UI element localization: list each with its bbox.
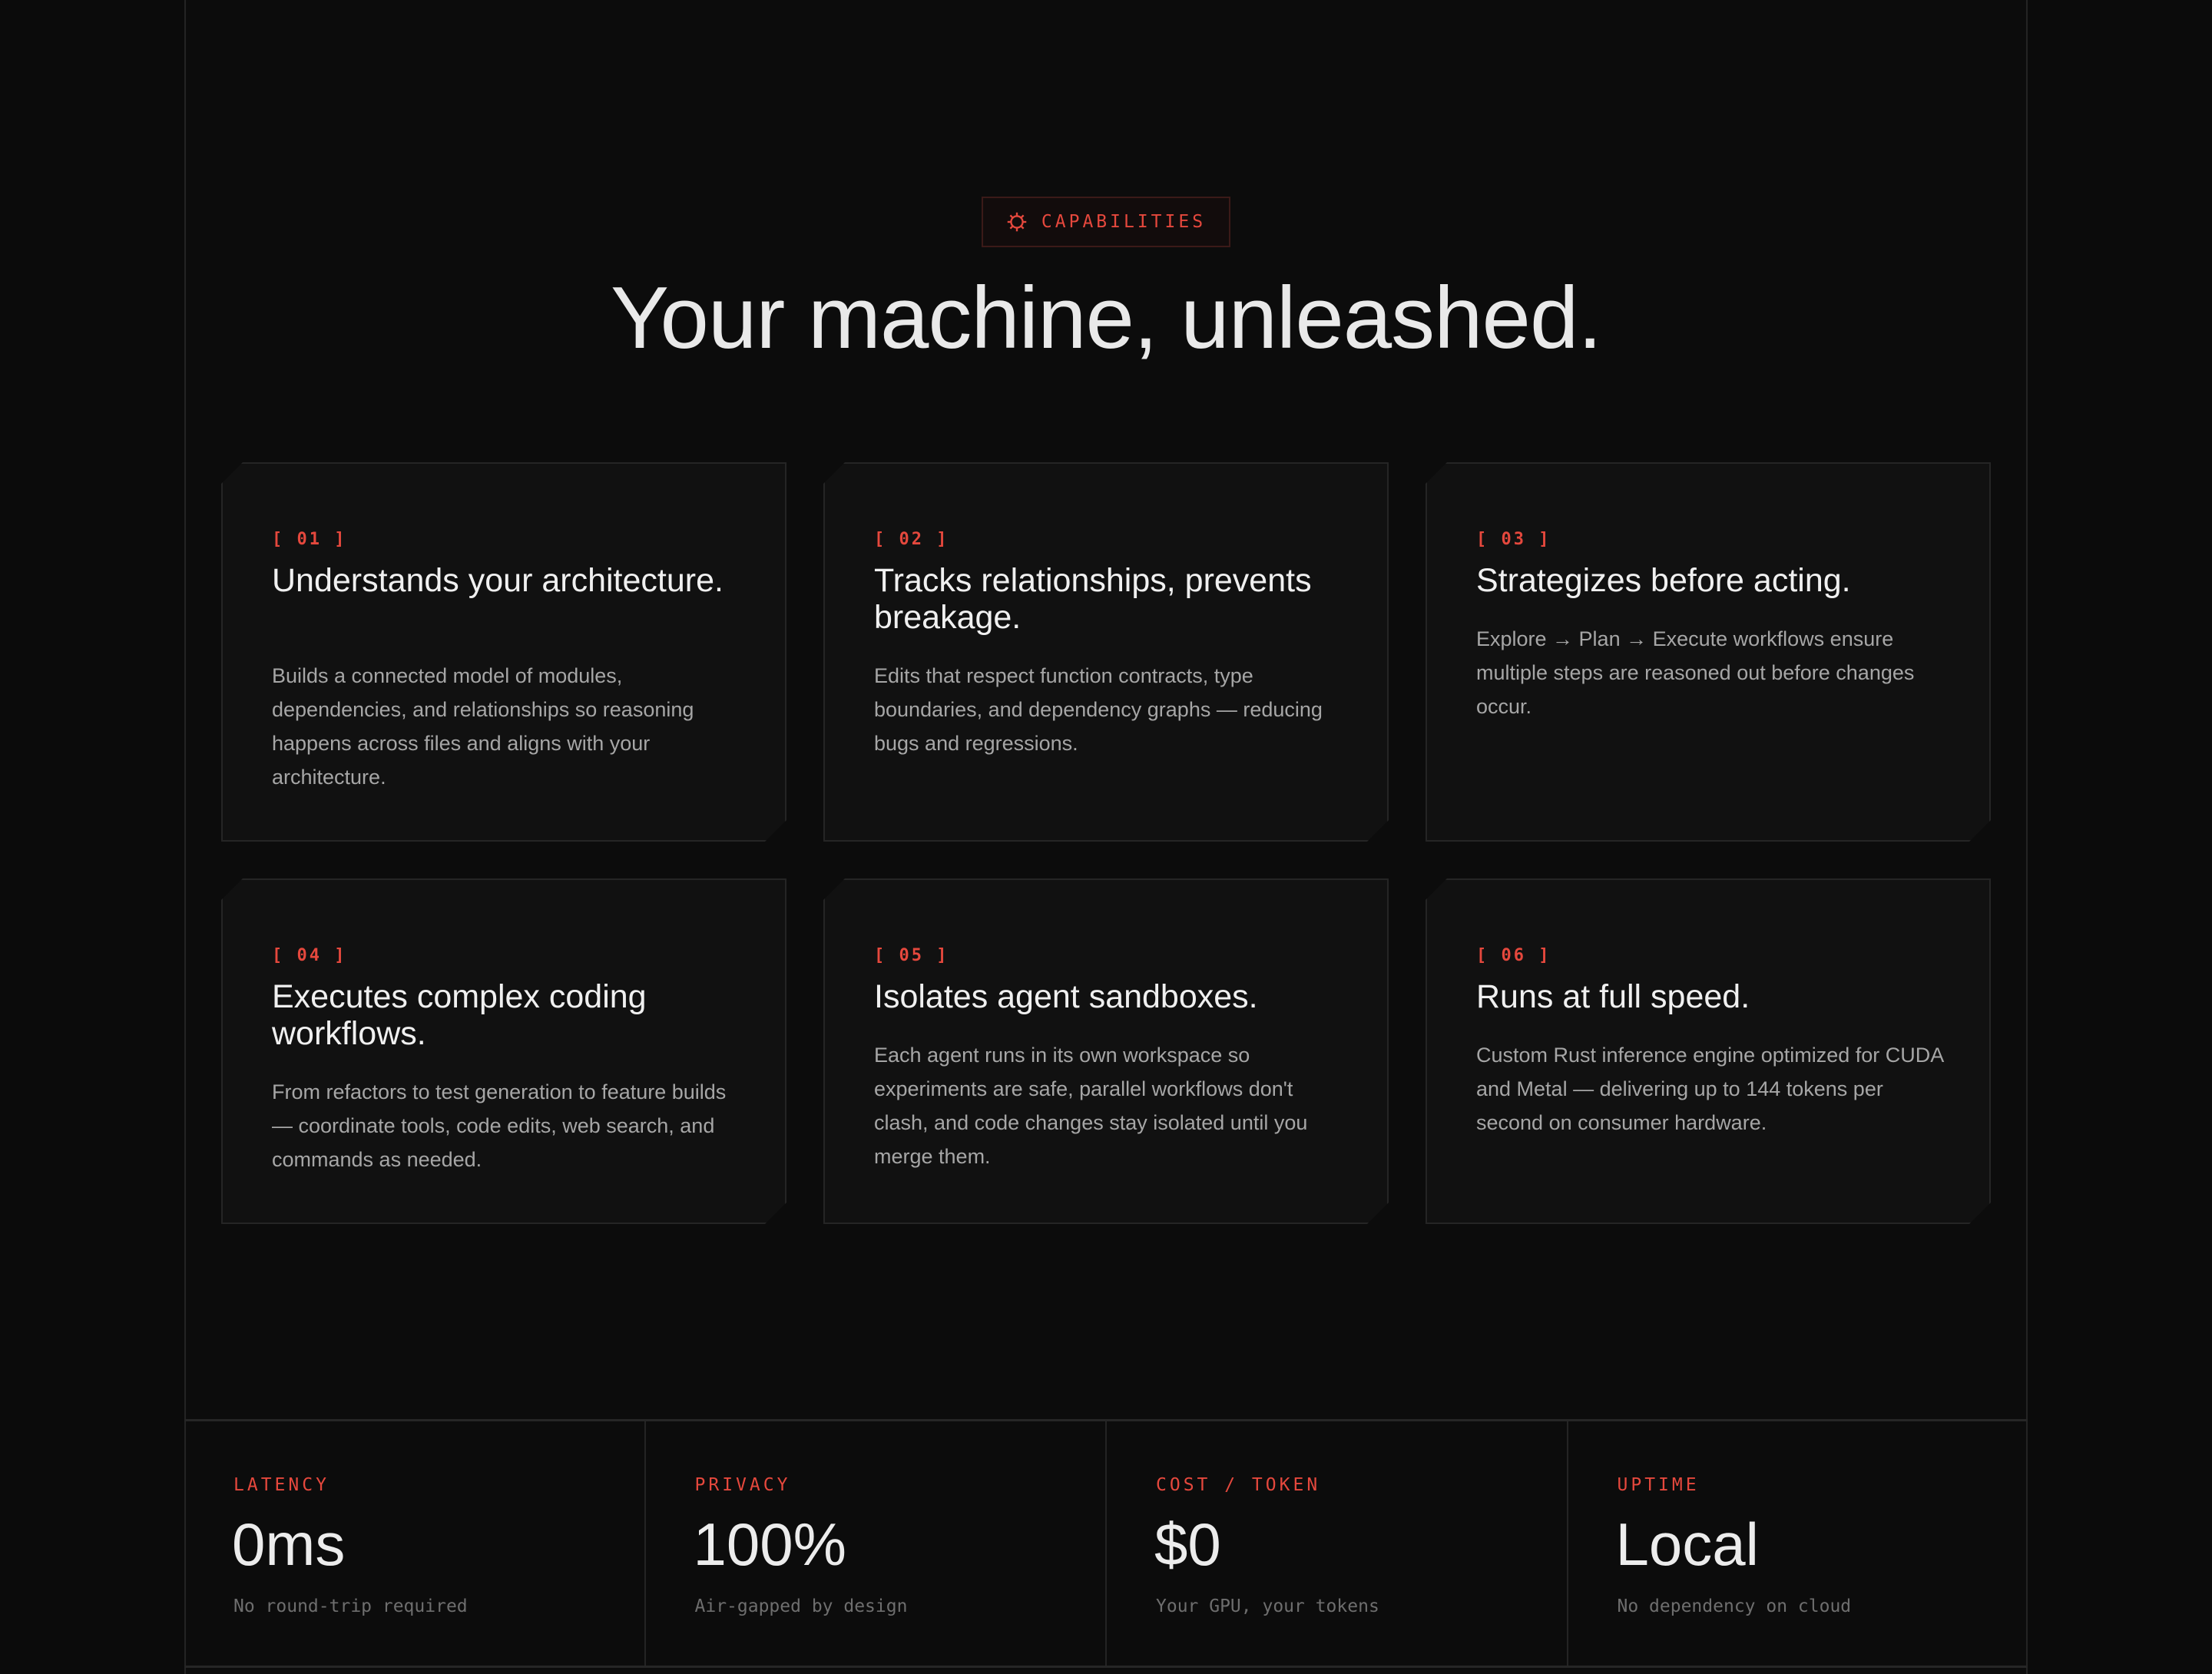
capability-card-2: [ 02 ] Tracks relationships, prevents br… (823, 462, 1389, 842)
card-number: [ 04 ] (272, 946, 347, 965)
card-number: [ 06 ] (1476, 946, 1551, 965)
stat-cost-per-token: COST / TOKEN $0 Your GPU, your tokens (1105, 1421, 1567, 1666)
stats-strip: LATENCY 0ms No round-trip required PRIVA… (184, 1419, 2028, 1668)
card-number: [ 01 ] (272, 530, 347, 549)
card-description: Builds a connected model of modules, dep… (272, 664, 694, 789)
stat-latency: LATENCY 0ms No round-trip required (184, 1421, 644, 1666)
card-title: Executes complex coding workflows. (272, 978, 647, 1052)
stat-note: Air-gapped by design (694, 1596, 908, 1616)
capability-card-6: [ 06 ] Runs at full speed. Custom Rust i… (1426, 878, 1991, 1224)
card-number: [ 05 ] (874, 946, 949, 965)
stat-label: LATENCY (233, 1475, 329, 1495)
stat-value: 0ms (232, 1510, 346, 1578)
capability-card-3: [ 03 ] Strategizes before acting. Explor… (1426, 462, 1991, 842)
card-title: Understands your architecture. (272, 562, 724, 599)
stat-note: Your GPU, your tokens (1156, 1596, 1379, 1616)
card-description: Each agent runs in its own workspace so … (874, 1044, 1308, 1168)
capability-card-5: [ 05 ] Isolates agent sandboxes. Each ag… (823, 878, 1389, 1224)
card-description: Edits that respect function contracts, t… (874, 664, 1323, 755)
badge-label: CAPABILITIES (1041, 212, 1207, 232)
card-title: Tracks relationships, prevents breakage. (874, 562, 1312, 636)
stat-value: $0 (1154, 1510, 1221, 1578)
card-title: Runs at full speed. (1476, 978, 1750, 1015)
capability-card-4: [ 04 ] Executes complex coding workflows… (221, 878, 786, 1224)
gear-icon (1007, 212, 1027, 232)
card-description: From refactors to test generation to fea… (272, 1080, 727, 1171)
stat-label: PRIVACY (694, 1475, 791, 1495)
stat-value: Local (1615, 1510, 1759, 1578)
stat-privacy: PRIVACY 100% Air-gapped by design (644, 1421, 1106, 1666)
card-number: [ 02 ] (874, 530, 949, 549)
card-number: [ 03 ] (1476, 530, 1551, 549)
stat-value: 100% (693, 1510, 847, 1578)
stat-note: No dependency on cloud (1617, 1596, 1852, 1616)
stat-note: No round-trip required (233, 1596, 468, 1616)
stat-label: UPTIME (1617, 1475, 1700, 1495)
capability-card-1: [ 01 ] Understands your architecture. Bu… (221, 462, 786, 842)
card-description: Explore → Plan → Execute workflows ensur… (1476, 627, 1915, 718)
capabilities-badge: CAPABILITIES (982, 197, 1230, 247)
card-title: Strategizes before acting. (1476, 562, 1851, 599)
card-title: Isolates agent sandboxes. (874, 978, 1258, 1015)
stat-uptime: UPTIME Local No dependency on cloud (1566, 1421, 2028, 1666)
section-heading: Your machine, unleashed. (610, 270, 1602, 367)
card-description: Custom Rust inference engine optimized f… (1476, 1044, 1943, 1134)
stat-label: COST / TOKEN (1156, 1475, 1321, 1495)
